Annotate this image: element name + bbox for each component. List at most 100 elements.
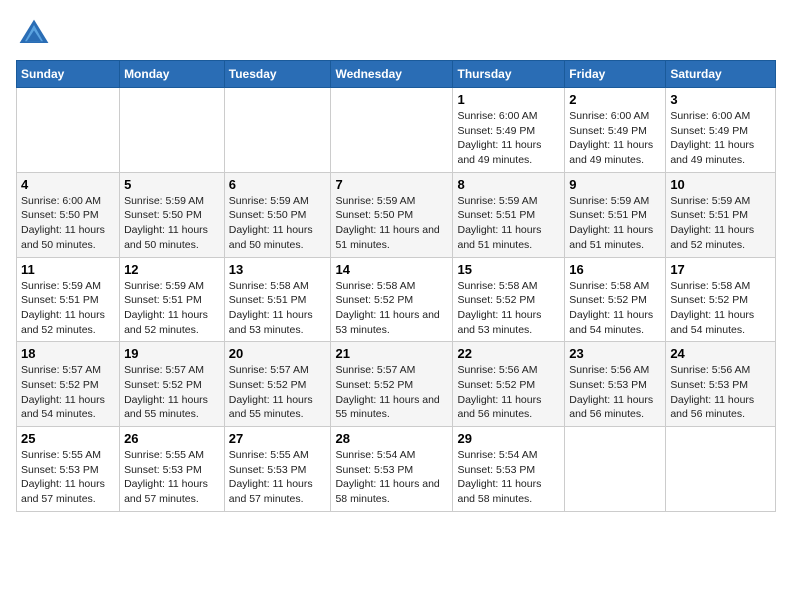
day-number: 22 [457, 346, 560, 361]
day-number: 8 [457, 177, 560, 192]
calendar-cell: 1 Sunrise: 6:00 AM Sunset: 5:49 PM Daylig… [453, 88, 565, 173]
calendar-cell: 19 Sunrise: 5:57 AM Sunset: 5:52 PM Dayli… [120, 342, 225, 427]
calendar-cell: 11Sunrise: 5:59 AM Sunset: 5:51 PM Dayli… [17, 257, 120, 342]
day-info: Sunrise: 5:57 AM Sunset: 5:52 PM Dayligh… [21, 363, 115, 422]
calendar-cell: 2Sunrise: 6:00 AM Sunset: 5:49 PM Daylig… [565, 88, 666, 173]
day-number: 21 [335, 346, 448, 361]
calendar-week-1: 1 Sunrise: 6:00 AM Sunset: 5:49 PM Daylig… [17, 88, 776, 173]
day-number: 19 [124, 346, 220, 361]
calendar-cell: 18 Sunrise: 5:57 AM Sunset: 5:52 PM Dayli… [17, 342, 120, 427]
calendar-cell: 14 Sunrise: 5:58 AM Sunset: 5:52 PM Dayli… [331, 257, 453, 342]
calendar-cell: 8 Sunrise: 5:59 AM Sunset: 5:51 PM Daylig… [453, 172, 565, 257]
header-day-wednesday: Wednesday [331, 61, 453, 88]
day-info: Sunrise: 5:56 AM Sunset: 5:53 PM Dayligh… [670, 363, 771, 422]
day-info: Sunrise: 6:00 AM Sunset: 5:49 PM Dayligh… [670, 109, 771, 168]
day-number: 24 [670, 346, 771, 361]
header-day-friday: Friday [565, 61, 666, 88]
day-number: 18 [21, 346, 115, 361]
header-day-saturday: Saturday [666, 61, 776, 88]
day-info: Sunrise: 5:58 AM Sunset: 5:52 PM Dayligh… [457, 279, 560, 338]
calendar-cell: 6 Sunrise: 5:59 AM Sunset: 5:50 PM Daylig… [224, 172, 331, 257]
logo [16, 16, 58, 52]
calendar-cell: 7 Sunrise: 5:59 AM Sunset: 5:50 PM Daylig… [331, 172, 453, 257]
calendar-table: SundayMondayTuesdayWednesdayThursdayFrid… [16, 60, 776, 512]
day-info: Sunrise: 5:59 AM Sunset: 5:50 PM Dayligh… [229, 194, 327, 253]
day-info: Sunrise: 5:55 AM Sunset: 5:53 PM Dayligh… [124, 448, 220, 507]
day-info: Sunrise: 5:54 AM Sunset: 5:53 PM Dayligh… [335, 448, 448, 507]
day-number: 3 [670, 92, 771, 107]
day-info: Sunrise: 5:55 AM Sunset: 5:53 PM Dayligh… [229, 448, 327, 507]
day-info: Sunrise: 5:58 AM Sunset: 5:52 PM Dayligh… [670, 279, 771, 338]
calendar-cell: 28Sunrise: 5:54 AM Sunset: 5:53 PM Dayli… [331, 427, 453, 512]
calendar-week-5: 25Sunrise: 5:55 AM Sunset: 5:53 PM Dayli… [17, 427, 776, 512]
day-info: Sunrise: 6:00 AM Sunset: 5:50 PM Dayligh… [21, 194, 115, 253]
calendar-cell [17, 88, 120, 173]
calendar-cell: 3 Sunrise: 6:00 AM Sunset: 5:49 PM Daylig… [666, 88, 776, 173]
day-info: Sunrise: 5:54 AM Sunset: 5:53 PM Dayligh… [457, 448, 560, 507]
day-info: Sunrise: 5:59 AM Sunset: 5:51 PM Dayligh… [457, 194, 560, 253]
page-header [16, 16, 776, 52]
calendar-cell: 17 Sunrise: 5:58 AM Sunset: 5:52 PM Dayli… [666, 257, 776, 342]
header-day-monday: Monday [120, 61, 225, 88]
day-info: Sunrise: 5:57 AM Sunset: 5:52 PM Dayligh… [335, 363, 448, 422]
logo-icon [16, 16, 52, 52]
calendar-cell: 12 Sunrise: 5:59 AM Sunset: 5:51 PM Dayli… [120, 257, 225, 342]
calendar-header: SundayMondayTuesdayWednesdayThursdayFrid… [17, 61, 776, 88]
calendar-cell: 5Sunrise: 5:59 AM Sunset: 5:50 PM Daylig… [120, 172, 225, 257]
calendar-cell: 23 Sunrise: 5:56 AM Sunset: 5:53 PM Dayli… [565, 342, 666, 427]
calendar-cell [224, 88, 331, 173]
calendar-cell [666, 427, 776, 512]
day-info: Sunrise: 6:00 AM Sunset: 5:49 PM Dayligh… [457, 109, 560, 168]
calendar-cell [120, 88, 225, 173]
calendar-cell [565, 427, 666, 512]
day-number: 16 [569, 262, 661, 277]
day-number: 14 [335, 262, 448, 277]
calendar-body: 1 Sunrise: 6:00 AM Sunset: 5:49 PM Daylig… [17, 88, 776, 512]
day-number: 15 [457, 262, 560, 277]
calendar-cell: 27 Sunrise: 5:55 AM Sunset: 5:53 PM Dayli… [224, 427, 331, 512]
day-info: Sunrise: 5:57 AM Sunset: 5:52 PM Dayligh… [124, 363, 220, 422]
day-info: Sunrise: 5:58 AM Sunset: 5:52 PM Dayligh… [335, 279, 448, 338]
calendar-cell: 9 Sunrise: 5:59 AM Sunset: 5:51 PM Daylig… [565, 172, 666, 257]
day-info: Sunrise: 5:59 AM Sunset: 5:51 PM Dayligh… [569, 194, 661, 253]
calendar-week-3: 11Sunrise: 5:59 AM Sunset: 5:51 PM Dayli… [17, 257, 776, 342]
calendar-cell: 26Sunrise: 5:55 AM Sunset: 5:53 PM Dayli… [120, 427, 225, 512]
day-number: 9 [569, 177, 661, 192]
calendar-cell: 20Sunrise: 5:57 AM Sunset: 5:52 PM Dayli… [224, 342, 331, 427]
calendar-cell: 16 Sunrise: 5:58 AM Sunset: 5:52 PM Dayli… [565, 257, 666, 342]
day-number: 1 [457, 92, 560, 107]
day-number: 2 [569, 92, 661, 107]
day-info: Sunrise: 5:59 AM Sunset: 5:50 PM Dayligh… [335, 194, 448, 253]
calendar-cell [331, 88, 453, 173]
day-info: Sunrise: 5:56 AM Sunset: 5:52 PM Dayligh… [457, 363, 560, 422]
calendar-cell: 15 Sunrise: 5:58 AM Sunset: 5:52 PM Dayli… [453, 257, 565, 342]
calendar-cell: 24 Sunrise: 5:56 AM Sunset: 5:53 PM Dayli… [666, 342, 776, 427]
day-info: Sunrise: 5:59 AM Sunset: 5:51 PM Dayligh… [21, 279, 115, 338]
calendar-cell: 22 Sunrise: 5:56 AM Sunset: 5:52 PM Dayli… [453, 342, 565, 427]
day-info: Sunrise: 5:56 AM Sunset: 5:53 PM Dayligh… [569, 363, 661, 422]
header-day-thursday: Thursday [453, 61, 565, 88]
day-number: 17 [670, 262, 771, 277]
calendar-week-2: 4 Sunrise: 6:00 AM Sunset: 5:50 PM Daylig… [17, 172, 776, 257]
header-day-sunday: Sunday [17, 61, 120, 88]
day-info: Sunrise: 5:59 AM Sunset: 5:51 PM Dayligh… [670, 194, 771, 253]
day-number: 6 [229, 177, 327, 192]
calendar-cell: 25Sunrise: 5:55 AM Sunset: 5:53 PM Dayli… [17, 427, 120, 512]
day-number: 23 [569, 346, 661, 361]
header-row: SundayMondayTuesdayWednesdayThursdayFrid… [17, 61, 776, 88]
day-number: 27 [229, 431, 327, 446]
day-info: Sunrise: 5:55 AM Sunset: 5:53 PM Dayligh… [21, 448, 115, 507]
day-number: 7 [335, 177, 448, 192]
day-number: 29 [457, 431, 560, 446]
calendar-cell: 4 Sunrise: 6:00 AM Sunset: 5:50 PM Daylig… [17, 172, 120, 257]
day-info: Sunrise: 5:58 AM Sunset: 5:52 PM Dayligh… [569, 279, 661, 338]
calendar-cell: 29 Sunrise: 5:54 AM Sunset: 5:53 PM Dayli… [453, 427, 565, 512]
calendar-cell: 10 Sunrise: 5:59 AM Sunset: 5:51 PM Dayli… [666, 172, 776, 257]
day-number: 10 [670, 177, 771, 192]
day-number: 12 [124, 262, 220, 277]
day-info: Sunrise: 5:59 AM Sunset: 5:51 PM Dayligh… [124, 279, 220, 338]
day-info: Sunrise: 5:58 AM Sunset: 5:51 PM Dayligh… [229, 279, 327, 338]
day-number: 4 [21, 177, 115, 192]
calendar-cell: 13 Sunrise: 5:58 AM Sunset: 5:51 PM Dayli… [224, 257, 331, 342]
day-number: 13 [229, 262, 327, 277]
